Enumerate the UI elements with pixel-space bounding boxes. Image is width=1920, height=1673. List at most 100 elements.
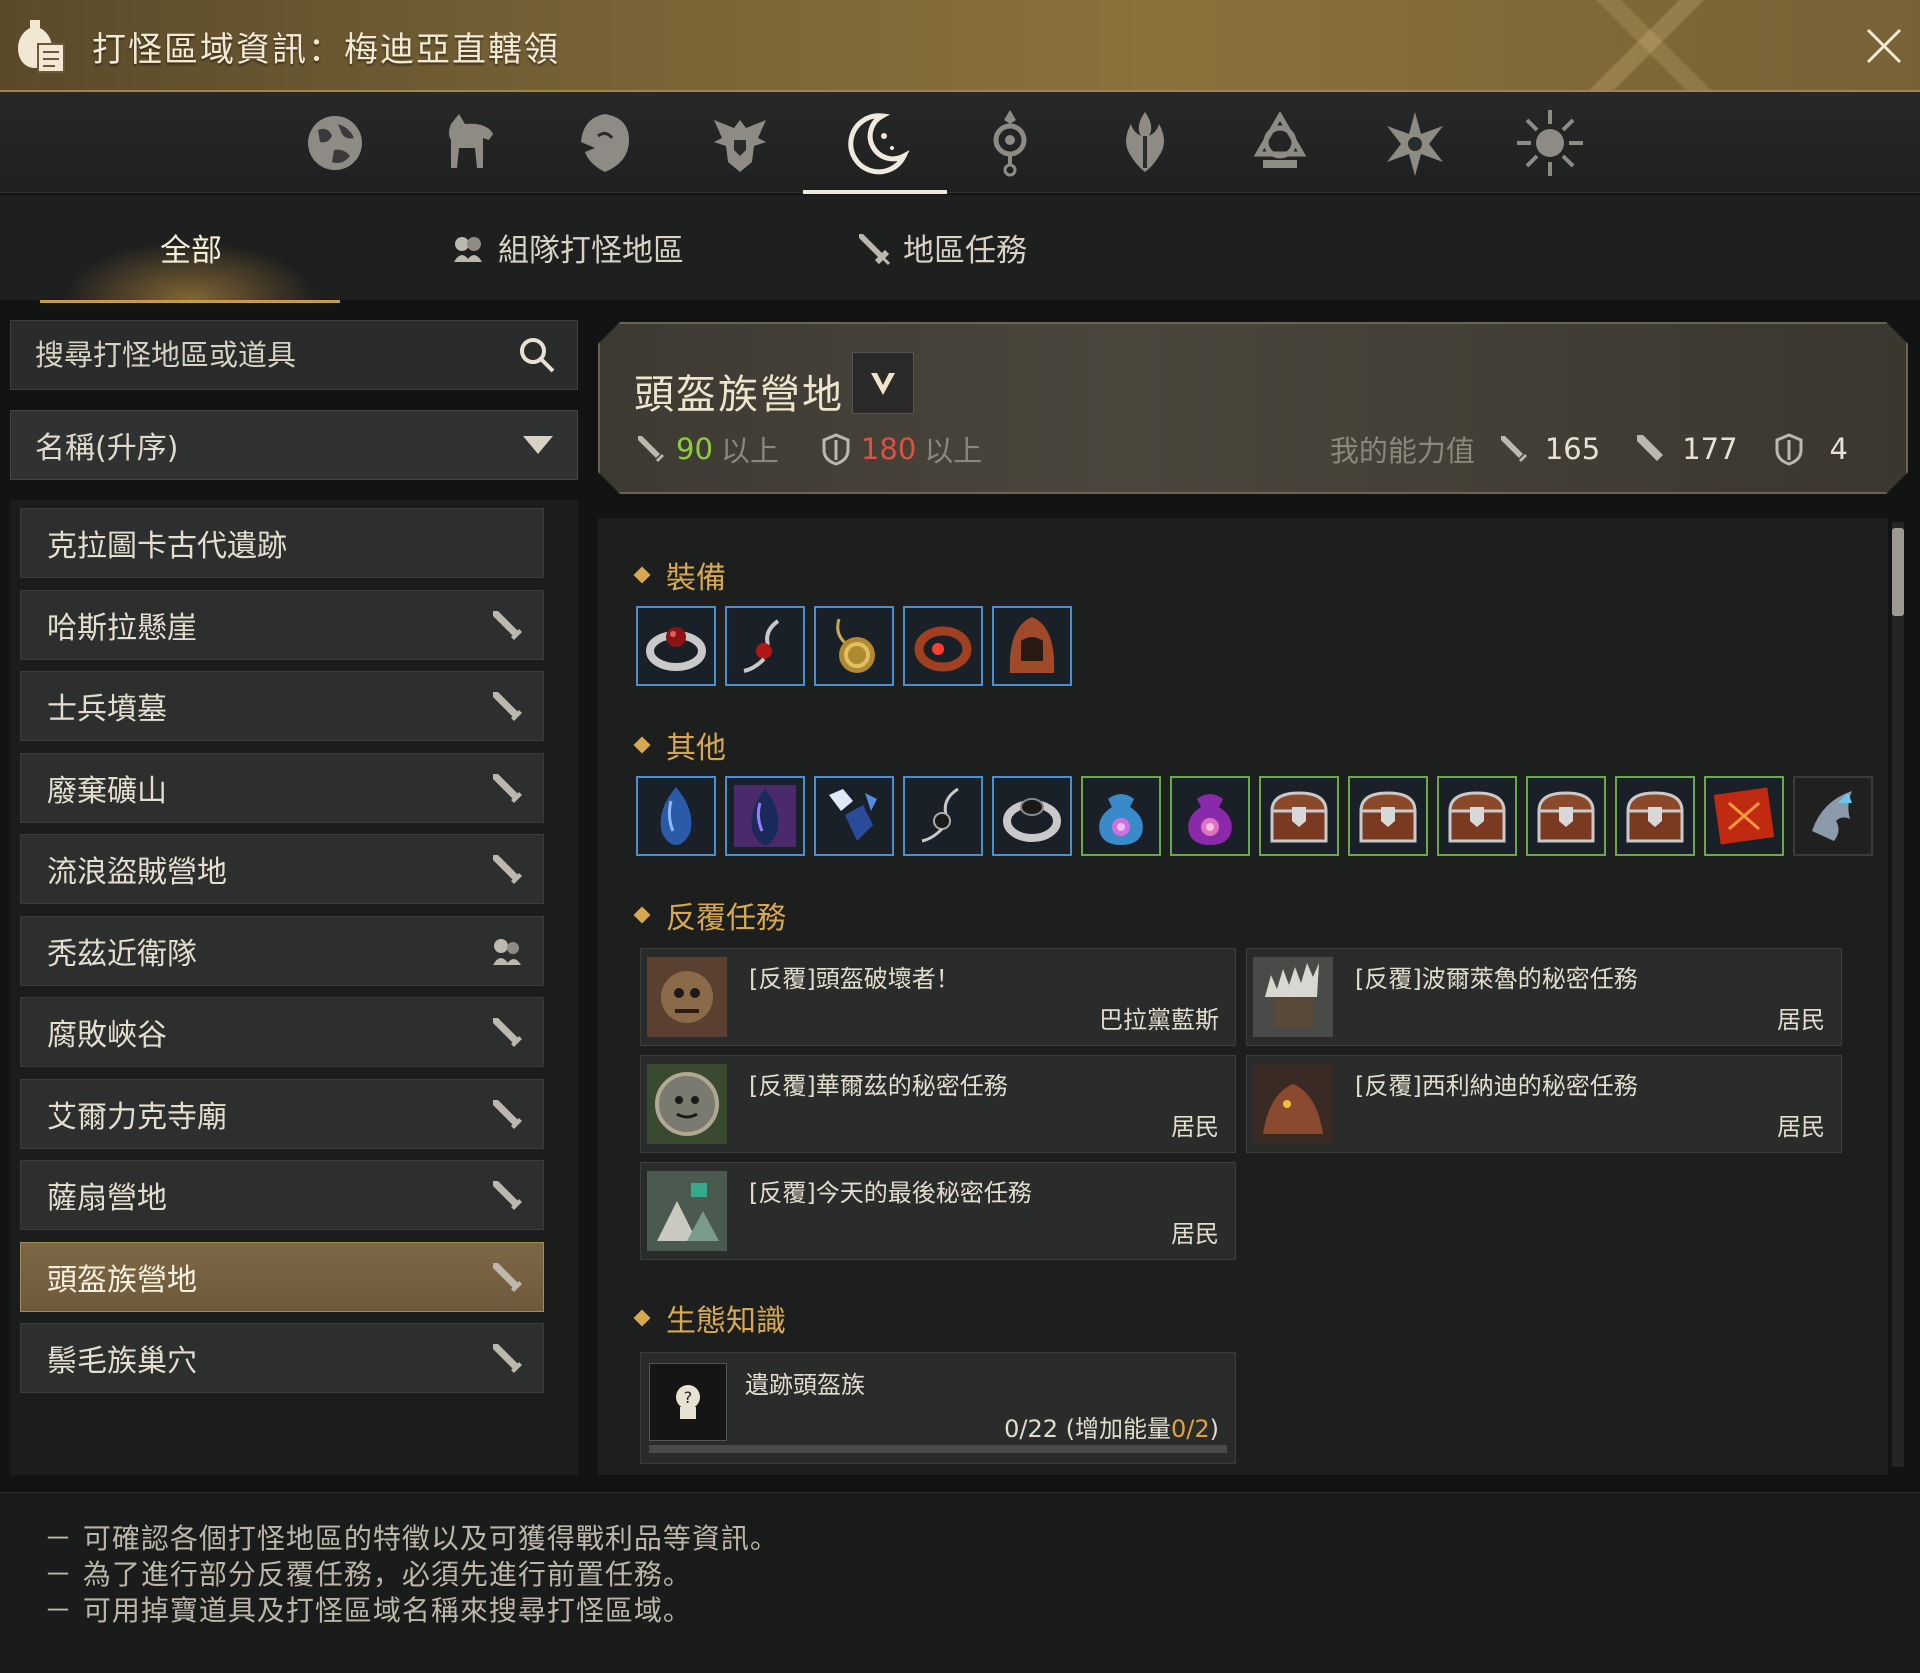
tab-globe[interactable] [275, 98, 395, 188]
zone-list-item[interactable]: 艾爾力克寺廟 [20, 1078, 544, 1149]
svg-text:?: ? [684, 1388, 693, 1407]
tab-horse[interactable] [410, 98, 530, 188]
item-slot[interactable] [814, 606, 894, 686]
my-stats: 我的能力值 165 177 4 [1330, 428, 1848, 470]
my-awakening-attack-value: 177 [1682, 432, 1738, 466]
section-other: 其他 [633, 723, 726, 767]
item-slot[interactable] [1259, 776, 1339, 856]
sword-icon [493, 855, 522, 884]
defense-icon [819, 432, 853, 466]
sort-dropdown[interactable]: 名稱(升序) [10, 410, 578, 480]
zone-list-item-label: 薩扇營地 [47, 1181, 167, 1216]
item-slot[interactable] [636, 776, 716, 856]
item-slot[interactable] [1081, 776, 1161, 856]
section-repeat-quests-title: 反覆任務 [666, 901, 786, 936]
quest-card[interactable]: [反覆]華爾茲的秘密任務 居民 [640, 1055, 1236, 1153]
tab-star[interactable] [1355, 98, 1475, 188]
zone-list-item-label: 頭盔族營地 [47, 1262, 197, 1298]
tab-flame[interactable] [1085, 98, 1205, 188]
tab-orb[interactable] [950, 98, 1070, 188]
sword-icon [859, 233, 891, 265]
quest-card[interactable]: [反覆]今天的最後秘密任務 居民 [640, 1162, 1236, 1260]
zone-list-item[interactable]: 士兵墳墓 [20, 671, 544, 741]
item-slot[interactable] [636, 606, 716, 686]
quest-npc: 居民 [1171, 1113, 1219, 1141]
item-slot[interactable] [903, 776, 983, 856]
silver-ring-icon [646, 627, 706, 671]
tab-region-quests[interactable]: 地區任務 [855, 195, 1027, 300]
sort-selected-value: 名稱(升序) [35, 431, 179, 466]
party-icon [454, 236, 482, 262]
my-defense-value: 4 [1829, 432, 1848, 466]
item-slot[interactable] [992, 606, 1072, 686]
tab-party-zones[interactable]: 組隊打怪地區 [450, 195, 684, 300]
zone-list-item[interactable]: 哈斯拉懸崖 [20, 589, 544, 660]
quest-card[interactable]: [反覆]西利納迪的秘密任務 居民 [1246, 1055, 1842, 1153]
quest-card[interactable]: [反覆]波爾萊魯的秘密任務 居民 [1246, 948, 1842, 1046]
zone-list-item[interactable]: 薩扇營地 [20, 1160, 544, 1230]
drops-scrollbar-thumb[interactable] [1892, 528, 1904, 616]
item-slot[interactable] [814, 776, 894, 856]
item-slot[interactable] [1615, 776, 1695, 856]
treasure-chest-icon [1626, 791, 1684, 843]
quest-name: [反覆]波爾萊魯的秘密任務 [1355, 965, 1638, 993]
item-slot[interactable] [1526, 776, 1606, 856]
camp-thumb [647, 1171, 727, 1251]
drops-scrollbar-track[interactable] [1892, 522, 1904, 1467]
zone-list-item[interactable]: 鬃毛族巢穴 [20, 1323, 544, 1393]
zone-list-item[interactable]: 秃茲近衛隊 [20, 915, 544, 986]
zone-list-item[interactable]: 廢棄礦山 [20, 752, 544, 823]
quest-name: [反覆]今天的最後秘密任務 [749, 1179, 1032, 1207]
section-repeat-quests: 反覆任務 [633, 893, 786, 937]
tab-crescent[interactable] [803, 98, 947, 194]
zone-list-item-label: 廢棄礦山 [47, 773, 167, 809]
section-knowledge-title: 生態知識 [666, 1304, 786, 1339]
item-slot[interactable] [992, 776, 1072, 856]
sword-icon [493, 1018, 522, 1047]
knowledge-card[interactable]: ? 遺跡頭盔族 0/22 (增加能量0/2) [640, 1352, 1236, 1464]
zone-list-item[interactable]: 頭盔族營地 [20, 1241, 544, 1312]
sword-icon [493, 692, 522, 721]
search-icon[interactable] [517, 335, 557, 375]
red-book-icon [1713, 787, 1775, 845]
item-slot[interactable] [1704, 776, 1784, 856]
tab-sun[interactable] [1490, 98, 1610, 188]
item-slot[interactable] [725, 776, 805, 856]
tab-all[interactable]: 全部 [160, 195, 222, 300]
zone-list-item[interactable]: 腐敗峽谷 [20, 997, 544, 1067]
diamond-bullet-icon [633, 1309, 651, 1327]
zone-list: 克拉圖卡古代遺跡 哈斯拉懸崖士兵墳墓廢棄礦山流浪盜賊營地 秃茲近衛隊腐敗峽谷艾爾力克… [10, 500, 578, 1475]
zone-list-item[interactable]: 流浪盜賊營地 [20, 834, 544, 904]
required-attack: 90 [676, 432, 713, 466]
sword-icon [493, 1181, 522, 1210]
zone-list-item-label: 士兵墳墓 [47, 692, 167, 727]
item-slot[interactable] [1437, 776, 1517, 856]
quest-card[interactable]: [反覆]頭盔破壞者！ 巴拉黨藍斯 [640, 948, 1236, 1046]
zone-list-item-label: 鬃毛族巢穴 [47, 1344, 197, 1379]
title-decoration [1520, 0, 1780, 90]
tab-lion[interactable] [545, 98, 665, 188]
horse-icon [449, 114, 493, 168]
zone-dropdown-button[interactable] [852, 352, 914, 414]
chevron-down-icon [863, 363, 903, 403]
item-slot[interactable] [1793, 776, 1873, 856]
treasure-chest-icon [1537, 791, 1595, 843]
item-slot[interactable] [1170, 776, 1250, 856]
drops-panel: 裝備 其他 反覆任務 [反覆]頭盔破壞者！ 巴拉黨藍斯 [反覆]波爾萊魯的秘密任務居… [598, 518, 1888, 1475]
search-input[interactable] [11, 324, 517, 386]
zone-list-item[interactable]: 克拉圖卡古代遺跡 [20, 508, 544, 578]
item-slot[interactable] [725, 606, 805, 686]
potion-scroll-icon [18, 20, 65, 73]
knowledge-icon-frame: ? [649, 1363, 727, 1441]
ruby-ring-icon [914, 626, 972, 672]
close-icon[interactable] [1862, 24, 1906, 68]
tab-eagle[interactable] [680, 98, 800, 188]
zone-list-item-label: 艾爾力克寺廟 [47, 1099, 227, 1135]
tab-party-label: 組隊打怪地區 [498, 233, 684, 269]
attack-icon [634, 432, 668, 466]
quest-name: [反覆]頭盔破壞者！ [749, 965, 960, 993]
item-slot[interactable] [903, 606, 983, 686]
item-slot[interactable] [1348, 776, 1428, 856]
tab-knot[interactable] [1220, 98, 1340, 188]
diamond-bullet-icon [633, 906, 651, 924]
